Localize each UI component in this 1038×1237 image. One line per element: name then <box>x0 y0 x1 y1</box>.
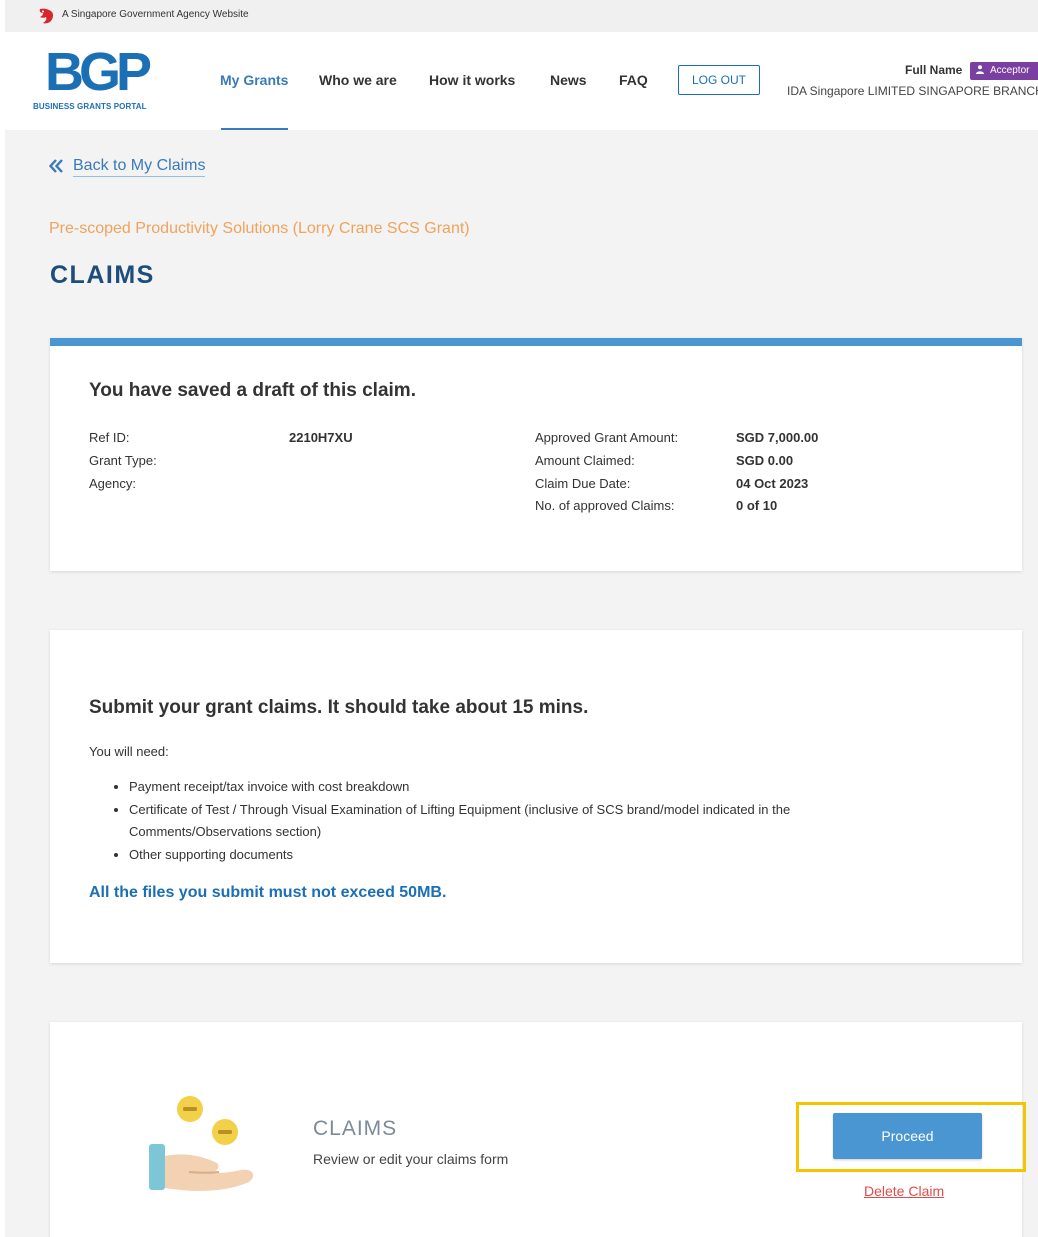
nav-news[interactable]: News <box>550 72 587 88</box>
claims-section-title: CLAIMS <box>313 1117 398 1140</box>
logout-button[interactable]: LOG OUT <box>678 65 760 95</box>
file-size-note: All the files you submit must not exceed… <box>89 884 447 901</box>
submission-heading: Submit your grant claims. It should take… <box>89 697 589 718</box>
nav-my-grants[interactable]: My Grants <box>220 72 288 88</box>
page-title: CLAIMS <box>50 261 155 289</box>
delete-claim-link[interactable]: Delete Claim <box>864 1183 944 1199</box>
claim-due-date-value: 04 Oct 2023 <box>736 476 809 491</box>
claims-section-description: Review or edit your claims form <box>313 1151 509 1167</box>
claim-due-date-label: Claim Due Date: <box>535 476 631 491</box>
draft-heading: You have saved a draft of this claim. <box>89 380 416 401</box>
hand-with-coins-icon <box>149 1096 254 1191</box>
proceed-button[interactable]: Proceed <box>833 1113 982 1159</box>
back-link-label: Back to My Claims <box>73 156 206 177</box>
scheme-name: Pre-scoped Productivity Solutions (Lorry… <box>49 220 470 237</box>
approved-claims-label: No. of approved Claims: <box>535 498 675 513</box>
list-item: Other supporting documents <box>129 844 909 867</box>
organisation-name: IDA Singapore LIMITED SINGAPORE BRANCH <box>787 84 1038 98</box>
ref-id-label: Ref ID: <box>89 430 130 445</box>
grant-type-label: Grant Type: <box>89 453 157 468</box>
agency-label: Agency: <box>89 476 136 491</box>
nav-faq[interactable]: FAQ <box>619 72 648 88</box>
bgp-logo[interactable]: BGP BUSINESS GRANTS PORTAL <box>33 42 163 118</box>
double-chevron-left-icon <box>49 159 63 173</box>
role-badge: Acceptor <box>970 62 1038 80</box>
approved-claims-value: 0 of 10 <box>736 498 778 513</box>
claims-action-card: CLAIMS Review or edit your claims form P… <box>50 1022 1026 1237</box>
logo-letters: BGP <box>45 42 152 102</box>
user-name: Full Name <box>905 63 963 77</box>
need-label: You will need: <box>89 744 169 759</box>
role-label: Acceptor <box>990 65 1030 76</box>
nav-how-it-works[interactable]: How it works <box>429 72 515 88</box>
logo-subtitle: BUSINESS GRANTS PORTAL <box>33 102 147 111</box>
gov-banner: A Singapore Government Agency Website <box>5 0 1038 32</box>
nav-who-we-are[interactable]: Who we are <box>319 72 397 88</box>
list-item: Certificate of Test / Through Visual Exa… <box>129 799 909 844</box>
person-icon <box>976 65 984 74</box>
site-header: BGP BUSINESS GRANTS PORTAL My Grants Who… <box>5 32 1038 130</box>
draft-summary-card: You have saved a draft of this claim. Re… <box>50 338 1022 571</box>
ref-id-value: 2210H7XU <box>289 430 353 445</box>
approved-amount-label: Approved Grant Amount: <box>535 430 679 445</box>
lion-head-icon <box>39 8 54 24</box>
approved-amount-value: SGD 7,000.00 <box>736 430 819 445</box>
amount-claimed-value: SGD 0.00 <box>736 453 794 468</box>
required-documents-list: Payment receipt/tax invoice with cost br… <box>89 776 909 866</box>
submission-info-card: Submit your grant claims. It should take… <box>50 630 1022 963</box>
gov-banner-text: A Singapore Government Agency Website <box>62 9 249 20</box>
page-frame: A Singapore Government Agency Website BG… <box>5 0 1038 1237</box>
active-nav-indicator <box>221 128 288 130</box>
list-item: Payment receipt/tax invoice with cost br… <box>129 776 909 799</box>
amount-claimed-label: Amount Claimed: <box>535 453 635 468</box>
